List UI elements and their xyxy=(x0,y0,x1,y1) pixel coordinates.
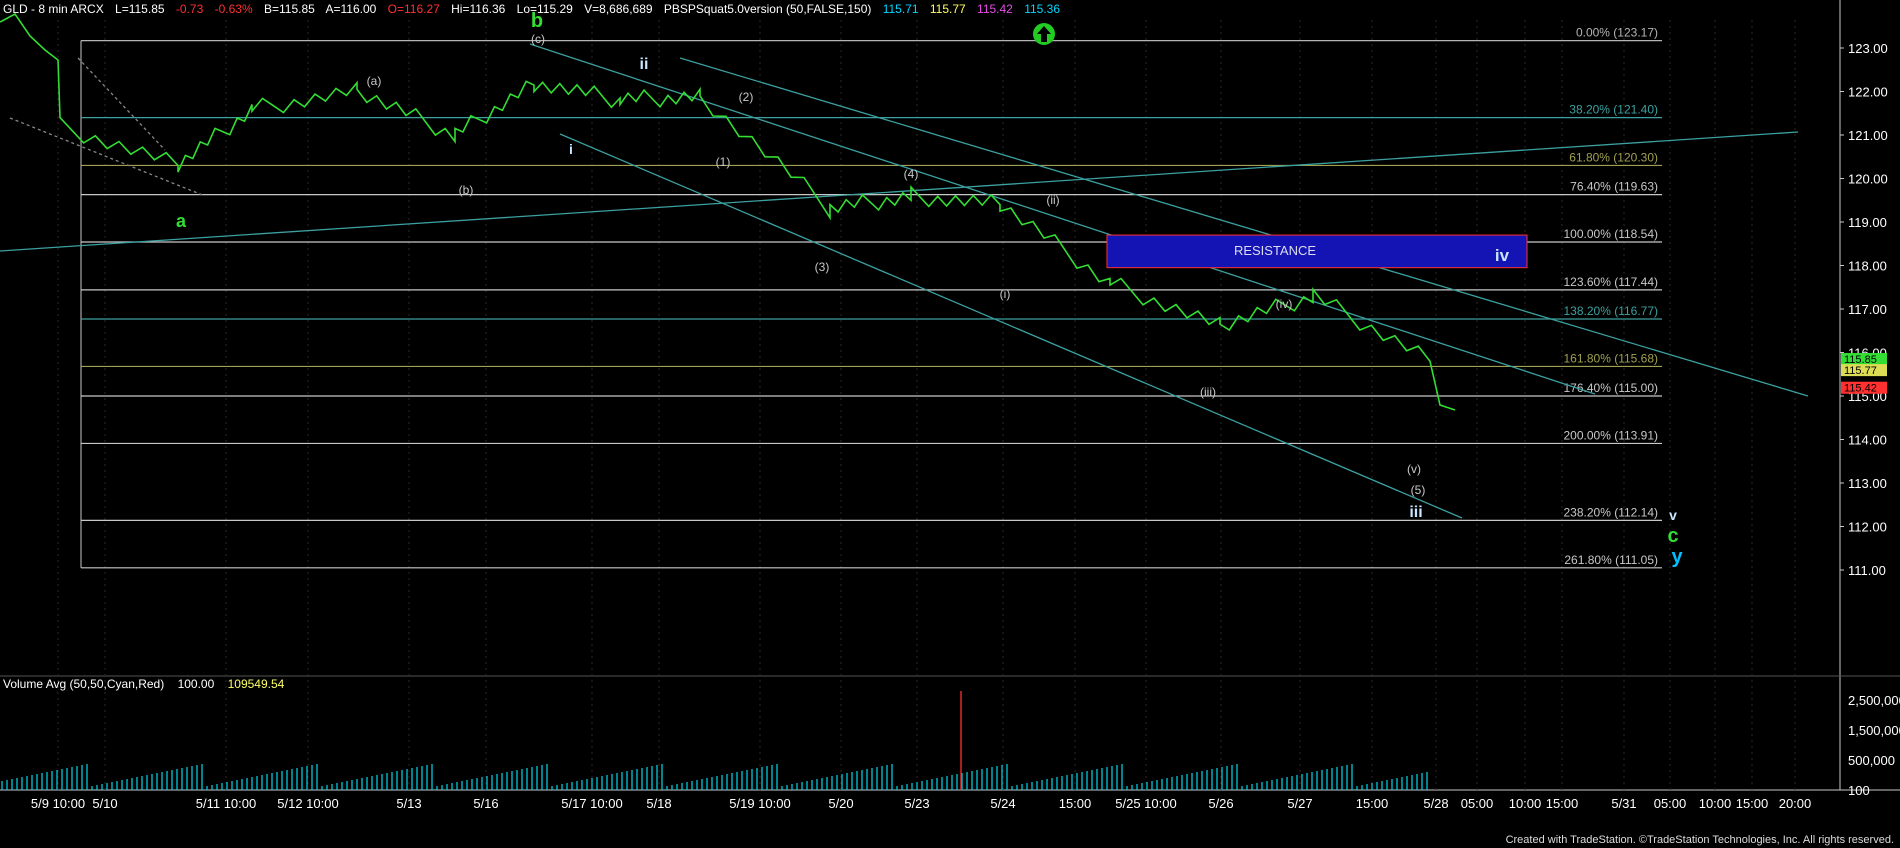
x-tick-label: 5/25 10:00 xyxy=(1115,796,1176,811)
resistance-label: RESISTANCE xyxy=(1234,243,1316,258)
trendline xyxy=(529,43,1596,395)
wave-label: (3) xyxy=(815,260,830,274)
wave-label: (1) xyxy=(716,155,731,169)
x-tick-label: 5/23 xyxy=(904,796,929,811)
fib-level-label: 76.40% (119.63) xyxy=(1570,180,1658,194)
fib-level-label: 0.00% (123.17) xyxy=(1576,26,1658,40)
wave-label: (c) xyxy=(531,32,545,46)
volume-study-value-2: 109549.54 xyxy=(227,677,285,691)
wave-label: (ii) xyxy=(1046,193,1059,207)
fib-level-label: 61.80% (120.30) xyxy=(1569,150,1658,164)
wave-label: (i) xyxy=(1000,287,1011,301)
x-tick-label: 5/17 10:00 xyxy=(561,796,622,811)
fib-level-label: 238.20% (112.14) xyxy=(1563,505,1658,519)
x-tick-label: 5/18 xyxy=(646,796,671,811)
y-tick-label: 113.00 xyxy=(1848,476,1887,491)
price-chart[interactable]: 5/9 10:00 5/10 5/11 10:00 5/12 10:00 5/13 5/1… xyxy=(0,0,1900,848)
volume-y-tick-label: 2,500,000 xyxy=(1848,693,1900,708)
y-tick-label: 121.00 xyxy=(1848,128,1888,143)
volume-y-tick-label: 1,500,000 xyxy=(1848,723,1900,738)
volume-study-label: Volume Avg (50,50,Cyan,Red) xyxy=(3,677,165,691)
volume-y-tick-label: 100 xyxy=(1848,783,1870,798)
fib-level-label: 123.60% (117.44) xyxy=(1563,275,1658,289)
volume-study-value-1: 100.00 xyxy=(177,677,215,691)
trendline xyxy=(559,133,1463,519)
wave-label: i xyxy=(569,141,573,157)
resistance-zone xyxy=(1106,234,1528,269)
y-tick-label: 111.00 xyxy=(1848,563,1886,578)
volume-header: Volume Avg (50,50,Cyan,Red) 100.00 10954… xyxy=(3,677,294,691)
x-tick-label: 05:00 xyxy=(1654,796,1687,811)
x-tick-label: 5/12 10:00 xyxy=(277,796,338,811)
x-tick-label: 10:00 xyxy=(1509,796,1542,811)
wave-label: (iv) xyxy=(1276,297,1293,311)
price-flag-label: 115.77 xyxy=(1844,365,1877,377)
wave-label: (a) xyxy=(367,74,382,88)
y-tick-label: 118.00 xyxy=(1848,259,1887,274)
y-tick-label: 122.00 xyxy=(1848,85,1888,100)
price-line xyxy=(0,12,1456,411)
y-tick-label: 120.00 xyxy=(1848,172,1888,187)
x-tick-label: 5/19 10:00 xyxy=(729,796,790,811)
footer-credit: Created with TradeStation. ©TradeStation… xyxy=(1505,834,1894,846)
x-tick-label: 5/27 xyxy=(1287,796,1312,811)
wave-label: v xyxy=(1669,507,1677,523)
x-tick-label: 5/31 xyxy=(1611,796,1636,811)
trendline xyxy=(77,57,166,151)
wave-label: (b) xyxy=(459,183,474,197)
wave-label: y xyxy=(1671,546,1683,568)
wave-label: c xyxy=(1667,525,1678,547)
x-tick-label: 15:00 xyxy=(1356,796,1389,811)
x-tick-label: 5/20 xyxy=(828,796,853,811)
fib-level-label: 100.00% (118.54) xyxy=(1563,227,1658,241)
wave-label: iii xyxy=(1409,504,1422,521)
wave-label: ii xyxy=(640,56,649,73)
x-tick-label: 5/28 xyxy=(1423,796,1448,811)
fib-level-label: 200.00% (113.91) xyxy=(1563,428,1658,442)
price-flag-label: 115.42 xyxy=(1844,383,1877,395)
trendline xyxy=(0,131,1799,252)
fib-level-label: 138.20% (116.77) xyxy=(1563,304,1658,318)
x-tick-label: 5/26 xyxy=(1208,796,1233,811)
volume-y-tick-label: 500,000 xyxy=(1848,753,1895,768)
wave-label: (v) xyxy=(1407,462,1421,476)
wave-label: (5) xyxy=(1411,483,1426,497)
x-tick-label: 15:00 xyxy=(1546,796,1579,811)
wave-label: (iii) xyxy=(1200,385,1216,399)
y-tick-label: 112.00 xyxy=(1848,520,1887,535)
y-tick-label: 123.00 xyxy=(1848,41,1888,56)
fib-level-label: 161.80% (115.68) xyxy=(1563,351,1658,365)
x-tick-label: 15:00 xyxy=(1736,796,1769,811)
x-tick-label: 5/13 xyxy=(396,796,421,811)
wave-label: b xyxy=(531,10,543,32)
wave-label-iv: iv xyxy=(1495,246,1510,265)
x-tick-label: 5/24 xyxy=(990,796,1015,811)
x-tick-label: 20:00 xyxy=(1779,796,1812,811)
x-tick-label: 05:00 xyxy=(1461,796,1494,811)
fib-level-label: 38.20% (121.40) xyxy=(1569,103,1658,117)
x-tick-label: 5/10 xyxy=(92,796,117,811)
y-tick-label: 117.00 xyxy=(1848,302,1887,317)
trendline xyxy=(9,117,206,197)
x-tick-label: 10:00 xyxy=(1699,796,1732,811)
wave-label: (2) xyxy=(739,90,754,104)
y-tick-label: 119.00 xyxy=(1848,215,1887,230)
wave-label: a xyxy=(176,211,187,231)
x-tick-label: 15:00 xyxy=(1059,796,1092,811)
x-tick-label: 5/9 10:00 xyxy=(31,796,85,811)
y-tick-label: 114.00 xyxy=(1848,433,1887,448)
x-tick-label: 5/11 10:00 xyxy=(196,796,256,811)
wave-label: (4) xyxy=(904,167,919,181)
fib-level-label: 261.80% (111.05) xyxy=(1564,553,1658,567)
x-tick-label: 5/16 xyxy=(473,796,498,811)
